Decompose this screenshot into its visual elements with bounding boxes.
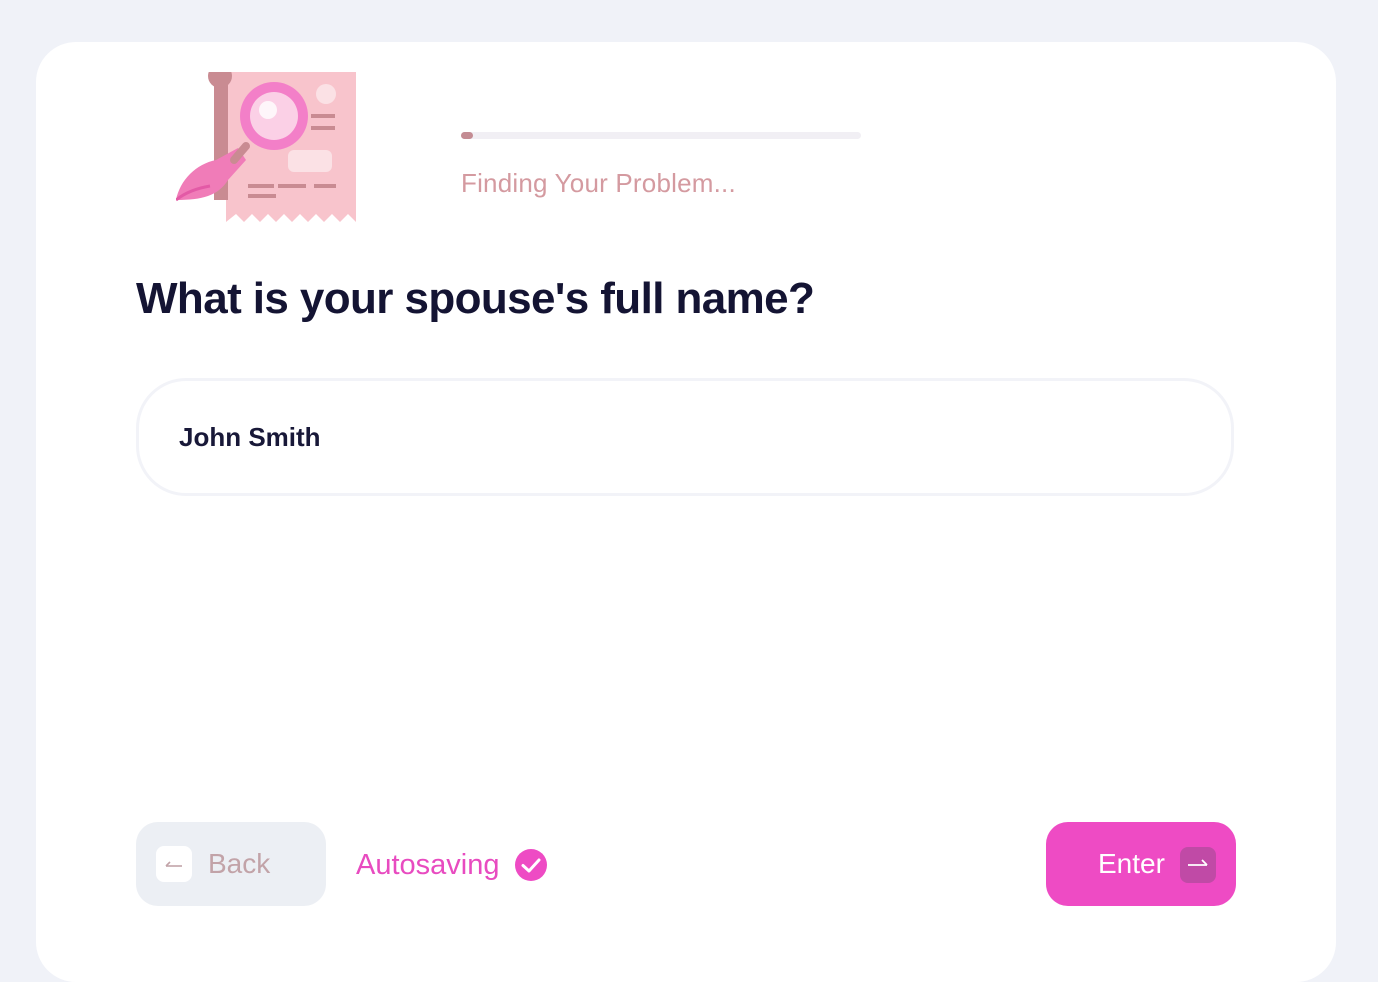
enter-button[interactable]: Enter: [1046, 822, 1236, 906]
arrow-left-icon: [156, 846, 192, 882]
progress-label: Finding Your Problem...: [461, 168, 736, 198]
progress-fill: [461, 132, 473, 139]
arrow-right-icon: [1180, 847, 1216, 883]
autosave-indicator: Autosaving: [356, 847, 548, 883]
back-button[interactable]: Back: [136, 822, 326, 906]
progress-bar: [461, 132, 861, 139]
back-label: Back: [208, 848, 271, 879]
check-circle-icon: [514, 849, 547, 881]
spouse-name-input[interactable]: [179, 415, 1079, 459]
questionnaire-card: Finding Your Problem... What is your spo…: [36, 42, 1336, 982]
autosave-label: Autosaving: [356, 848, 500, 881]
document-magnifier-illustration: [175, 64, 366, 224]
question-title: What is your spouse's full name?: [136, 274, 815, 323]
spouse-name-field[interactable]: [136, 378, 1234, 496]
enter-label: Enter: [1098, 848, 1165, 879]
